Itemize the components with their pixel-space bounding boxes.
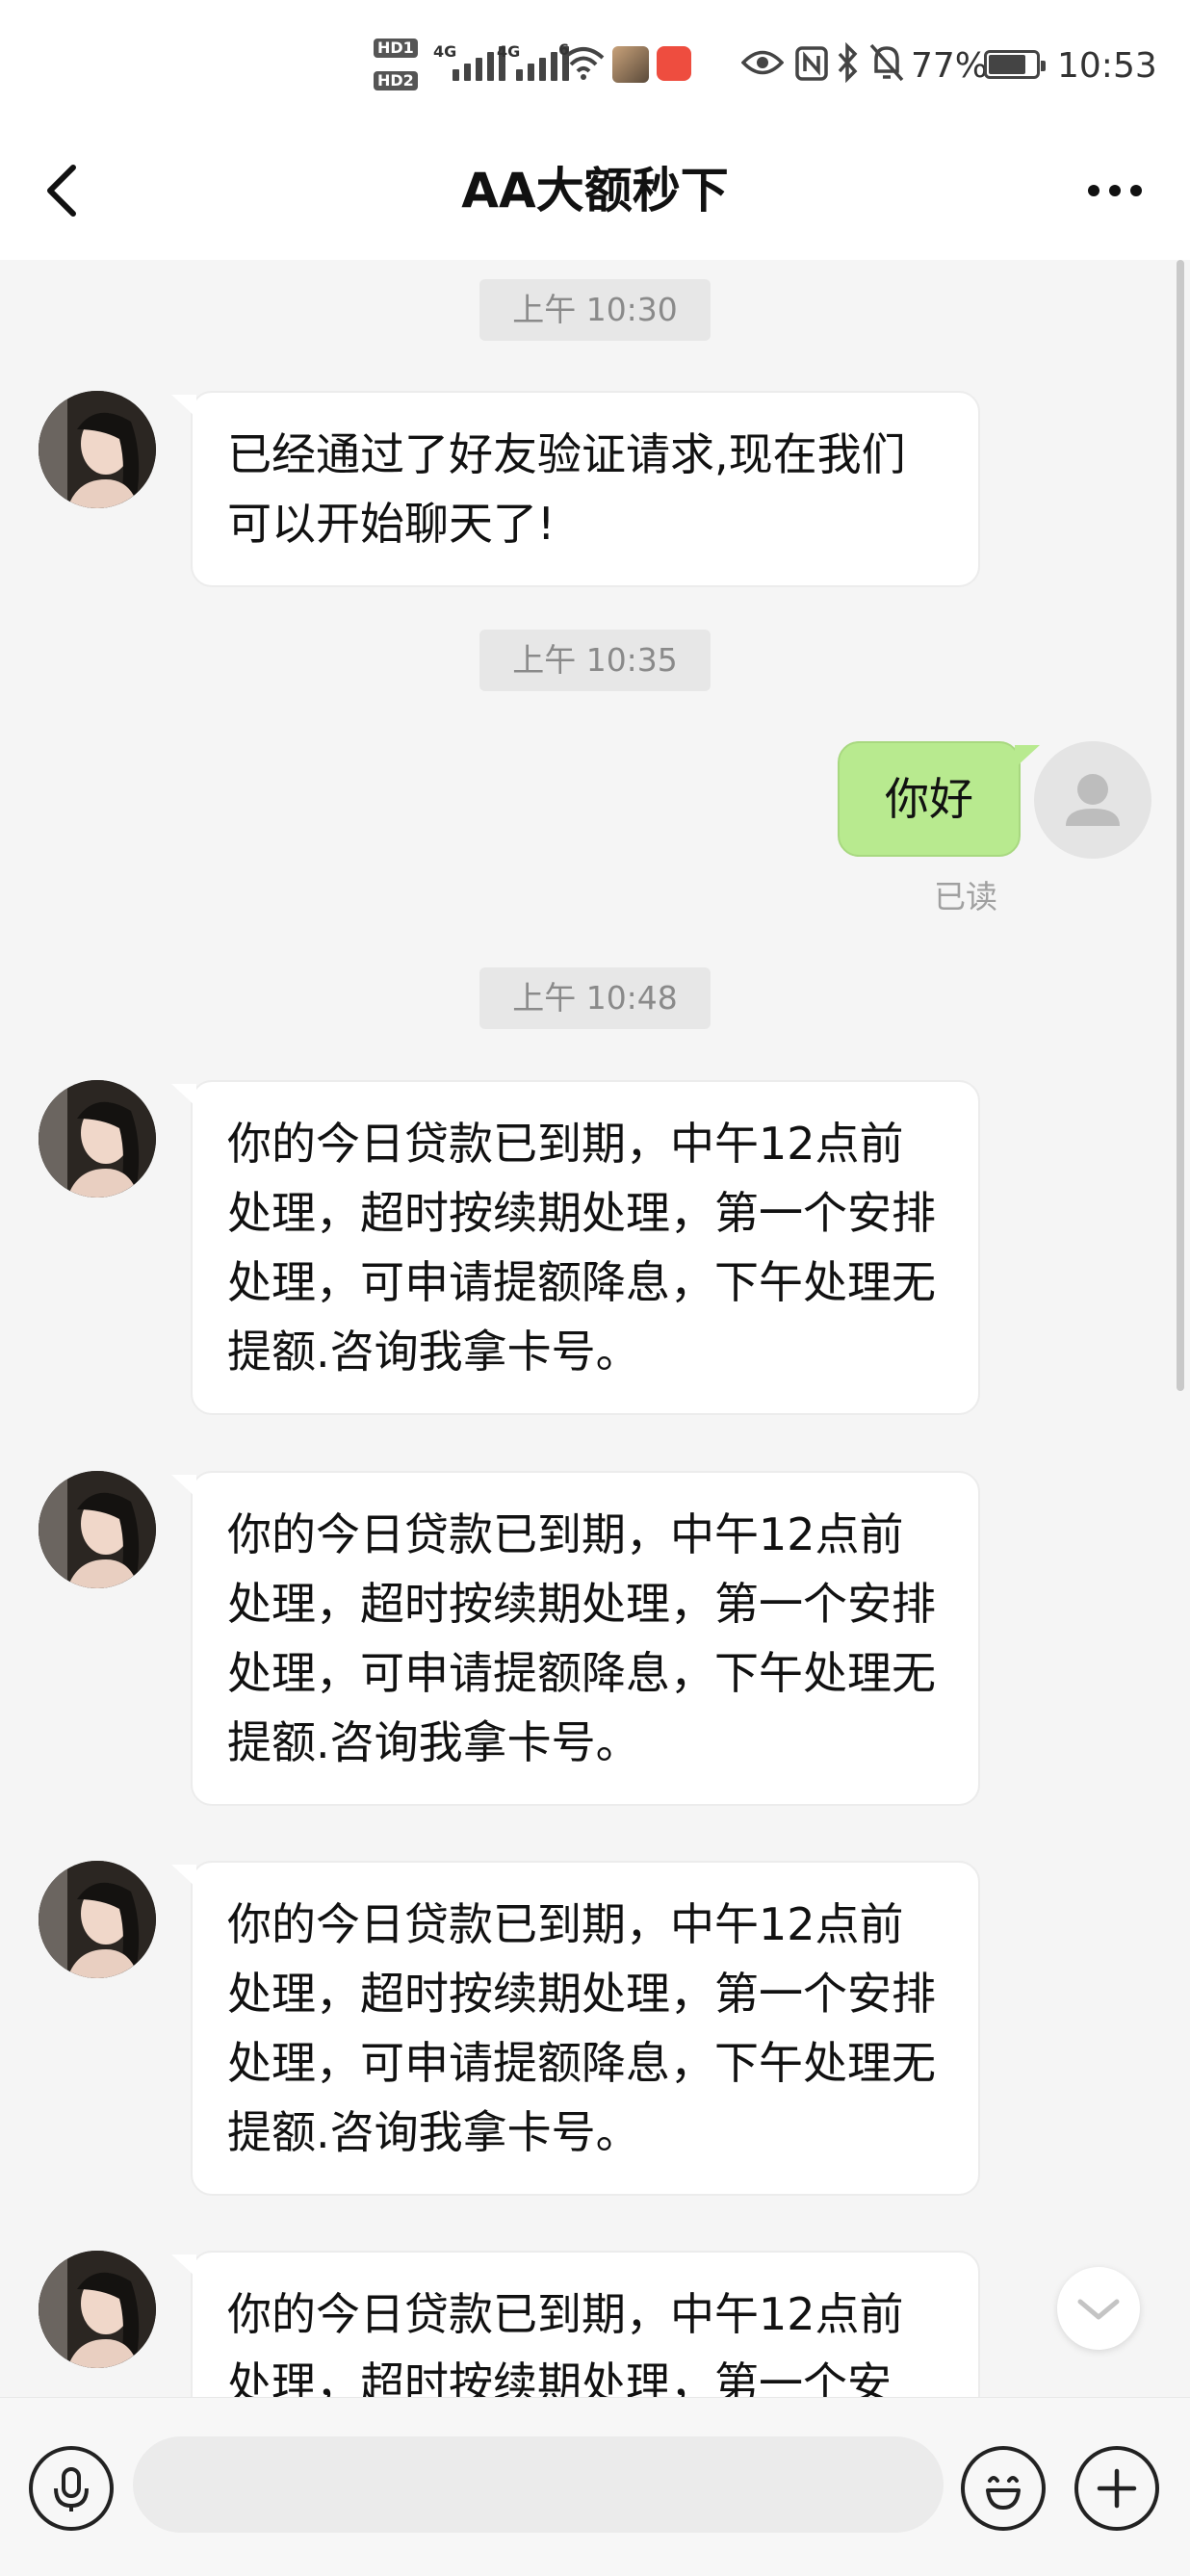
- contact-avatar[interactable]: [39, 1471, 156, 1588]
- voice-button[interactable]: [29, 2446, 114, 2531]
- scrollbar[interactable]: [1177, 260, 1184, 1391]
- message-bubble[interactable]: 你的今日贷款已到期，中午12点前处理，超时按续期处理，第一个安排处理，可申请提额…: [171, 1861, 980, 2196]
- microphone-icon: [54, 2467, 89, 2512]
- eye-icon: [741, 50, 784, 75]
- timestamp-3: 上午 10:48: [479, 967, 711, 1029]
- portrait-image: [39, 1861, 156, 1978]
- my-message-bubble[interactable]: 你好: [838, 741, 1040, 857]
- message-input-bar: [0, 2397, 1190, 2576]
- mute-bell-icon: [869, 43, 904, 82]
- chat-message-list[interactable]: 上午 10:30 已经通过了好友验证请求,现在我们可以开始聊天了! 上午 10:…: [0, 260, 1190, 2397]
- hd2-icon: HD2: [374, 71, 418, 90]
- message-bubble[interactable]: 你的今日贷款已到期，中午12点前处理，超时按续期处理，第一个安: [171, 2251, 980, 2397]
- more-icon[interactable]: [1086, 179, 1144, 202]
- read-receipt: 已读: [934, 878, 997, 915]
- default-user-icon: [1066, 774, 1120, 826]
- battery-icon: [984, 50, 1046, 79]
- add-button[interactable]: [1074, 2446, 1159, 2531]
- my-avatar[interactable]: [1034, 741, 1151, 859]
- chat-title: AA大额秒下: [461, 163, 729, 219]
- emoji-button[interactable]: [961, 2446, 1046, 2531]
- chat-header: AA大额秒下: [0, 125, 1190, 260]
- contact-avatar[interactable]: [39, 1861, 156, 1978]
- bluetooth-icon: [838, 42, 858, 83]
- hd1-icon: HD1: [374, 39, 418, 58]
- timestamp-2: 上午 10:35: [479, 630, 711, 691]
- plus-icon: [1097, 2468, 1137, 2509]
- message-bubble[interactable]: 已经通过了好友验证请求,现在我们可以开始聊天了!: [171, 391, 980, 587]
- portrait-image: [39, 391, 156, 508]
- clock: 10:53: [1057, 46, 1157, 86]
- shopping-app-icon: [657, 46, 691, 81]
- wifi-badge: 6: [558, 40, 570, 59]
- message-input[interactable]: [133, 2436, 944, 2533]
- battery-percent: 77%: [911, 46, 989, 86]
- portrait-image: [39, 1080, 156, 1198]
- portrait-image: [39, 2251, 156, 2368]
- timestamp-1: 上午 10:30: [479, 279, 711, 341]
- contact-avatar[interactable]: [39, 391, 156, 508]
- chevron-down-icon: [1077, 2299, 1120, 2320]
- portrait-image: [39, 1471, 156, 1588]
- nfc-icon: [795, 46, 828, 81]
- scroll-to-bottom-button[interactable]: [1057, 2267, 1140, 2350]
- status-bar: HD1 HD2 4G 4G 6 77% 10:53: [0, 0, 1190, 125]
- app-notification-icon: [612, 46, 649, 83]
- smiley-icon: [986, 2476, 1021, 2510]
- message-bubble[interactable]: 你的今日贷款已到期，中午12点前处理，超时按续期处理，第一个安排处理，可申请提额…: [171, 1471, 980, 1806]
- contact-avatar[interactable]: [39, 2251, 156, 2368]
- message-bubble[interactable]: 你的今日贷款已到期，中午12点前处理，超时按续期处理，第一个安排处理，可申请提额…: [171, 1080, 980, 1415]
- contact-avatar[interactable]: [39, 1080, 156, 1198]
